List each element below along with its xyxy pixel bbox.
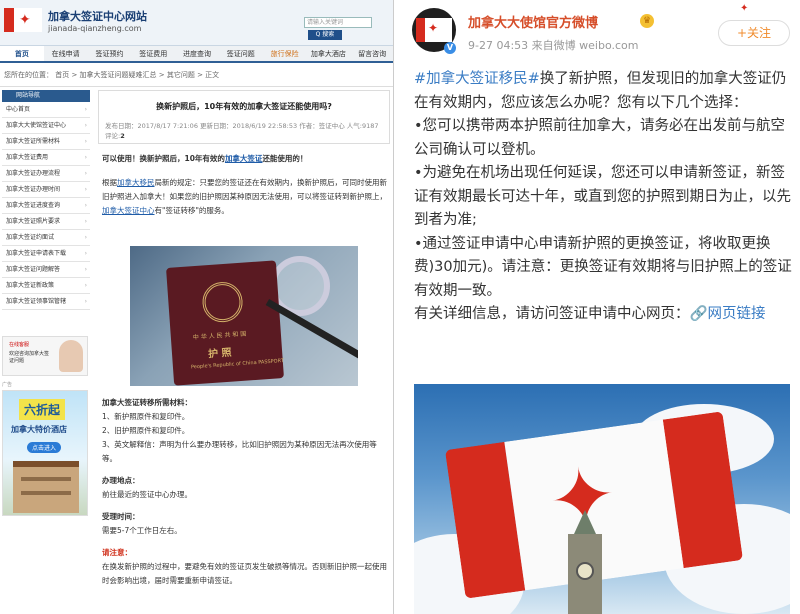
article-title: 换新护照后，10年有效的加拿大签证还能使用吗?	[156, 102, 332, 111]
account-name[interactable]: 加拿大大使馆官方微博	[468, 12, 598, 31]
maple-leaf-icon: ✦	[19, 12, 31, 28]
online-service-banner[interactable]: 在线客服 欢迎咨询加拿大签证问题	[2, 336, 88, 376]
clock-icon	[576, 562, 594, 580]
search-input[interactable]: 请输入关键词	[304, 17, 372, 28]
vip-crown-icon: ♛	[640, 14, 654, 28]
article: 换新护照后，10年有效的加拿大签证还能使用吗? 发布日期：2017/8/17 7…	[98, 90, 390, 585]
nav-item-insurance[interactable]: 旅行保险	[263, 46, 307, 61]
sidebar-item[interactable]: 加拿大签证办理流程	[2, 166, 90, 182]
location-text: 前往最近的签证中心办理。	[102, 490, 192, 499]
materials-item: 2、旧护照原件和复印件。	[102, 426, 190, 435]
sidebar-item[interactable]: 加拿大签证费用	[2, 150, 90, 166]
sidebar-item[interactable]: 加拿大签证申请表下载	[2, 246, 90, 262]
sidebar-item[interactable]: 中心首页	[2, 102, 90, 118]
passport-word: 护 照	[207, 347, 232, 361]
nav-item-home[interactable]: 首页	[0, 46, 44, 61]
sidebar-item[interactable]: 加拿大签证所需材料	[2, 134, 90, 150]
immigration-link[interactable]: 加拿大移民	[117, 178, 155, 187]
sidebar-item[interactable]: 加拿大签证新政策	[2, 278, 90, 294]
visa-link[interactable]: 加拿大签证	[225, 154, 263, 163]
ad-title: 加拿大特价酒店	[11, 425, 67, 434]
emblem-icon	[201, 280, 244, 324]
visa-center-link[interactable]: 加拿大签证中心	[102, 206, 155, 215]
post-time: 9-27 04:53 来自微博 weibo.com	[468, 39, 639, 52]
nav-item-hotels[interactable]: 加拿大酒店	[306, 46, 350, 61]
time-text: 需要5-7个工作日左右。	[102, 526, 182, 535]
maple-leaf-icon: ✦	[428, 21, 439, 35]
nav-item-apply[interactable]: 在线申请	[44, 46, 88, 61]
sidebar: 网站导航 中心首页 加拿大大使馆签证中心 加拿大签证所需材料 加拿大签证费用 加…	[2, 90, 90, 310]
comment-label: 评论:	[105, 132, 121, 140]
publish-date: 发布日期：2017/8/17 7:21:06	[105, 122, 198, 130]
sidebar-item[interactable]: 加拿大大使馆签证中心	[2, 118, 90, 134]
location-title: 办理地点：	[102, 476, 140, 485]
site-title[interactable]: 加拿大签证中心网站	[48, 8, 147, 24]
passport-english: People's Republic of China PASSPORT	[190, 357, 285, 371]
agent-photo	[59, 340, 83, 372]
update-date: 更新日期：2018/6/19 22:58:53	[200, 122, 298, 130]
article-meta: 发布日期：2017/8/17 7:21:06 更新日期：2018/6/19 22…	[105, 121, 383, 141]
post-closing: 有关详细信息，请访问签证申请中心网页：🔗网页链接	[414, 306, 766, 322]
post-bullet: •通过签证申请中心申请新护照的更换签证，将收取更换费)30加元)。请注意：更换签…	[414, 235, 792, 299]
sidebar-heading: 网站导航	[2, 90, 90, 102]
main-nav: 首页 在线申请 签证预约 签证费用 进度查询 签证问题 旅行保险 加拿大酒店 留…	[0, 46, 393, 63]
materials-item: 1、新护照原件和复印件。	[102, 412, 190, 421]
materials-item: 3、英文解释信：声明为什么要办理转移，比如旧护照因为某种原因无法再次使用等等。	[102, 440, 377, 463]
note-text: 在换发新护照的过程中，要避免有效的签证页发生破损等情况。否则新旧护照一起使用时会…	[102, 562, 387, 585]
left-website-screenshot: ✦ 加拿大签证中心网站 jianada-qianzheng.com 请输入关键词…	[0, 0, 394, 614]
article-lead: 可以使用！换新护照后，10年有效的加拿大签证还能使用的！	[102, 154, 308, 163]
canada-flag-logo: ✦	[4, 8, 42, 32]
hotel-building-image	[13, 461, 79, 513]
post-bullet: •您可以携带两本护照前往加拿大，请务必在出发前与航空公司确认可以登机。	[414, 118, 786, 158]
sidebar-item[interactable]: 加拿大签证约面试	[2, 230, 90, 246]
passport-photo: 中 华 人 民 共 和 国 护 照 People's Republic of C…	[130, 246, 358, 386]
materials-title: 加拿大签证转移所需材料：	[102, 398, 192, 407]
post-text: #加拿大签证移民#换了新护照，但发现旧的加拿大签证仍在有效期内，您应该怎么办呢？…	[414, 68, 792, 327]
canada-flag-photo[interactable]: ✦	[414, 384, 790, 614]
hashtag-link[interactable]: #加拿大签证移民#	[414, 71, 540, 87]
divider	[0, 86, 393, 87]
nav-item-questions[interactable]: 签证问题	[219, 46, 263, 61]
ad-discount: 六折起	[19, 399, 66, 420]
post-intro: #加拿大签证移民#换了新护照，但发现旧的加拿大签证仍在有效期内，您应该怎么办呢？…	[414, 71, 787, 111]
nav-item-fees[interactable]: 签证费用	[131, 46, 175, 61]
nav-item-consult[interactable]: 留言咨询	[350, 46, 393, 61]
sidebar-item[interactable]: 加拿大签证问题解答	[2, 262, 90, 278]
right-weibo-screenshot: ✦ V 加拿大大使馆官方微博 ♛ 9-27 04:53 来自微博 weibo.c…	[400, 0, 800, 614]
promo-title: 在线客服	[9, 342, 30, 348]
view-count: 人气:9187	[346, 122, 379, 130]
sidebar-item[interactable]: 加拿大签证进度查询	[2, 198, 90, 214]
passport-country: 中 华 人 民 共 和 国	[192, 330, 247, 342]
follow-button[interactable]: +关注	[718, 20, 790, 46]
promo-text: 欢迎咨询加拿大签证问题	[9, 351, 50, 364]
nav-item-progress[interactable]: 进度查询	[175, 46, 219, 61]
article-body: 可以使用！换新护照后，10年有效的加拿大签证还能使用的！ 根据加拿大移民局新的规…	[102, 152, 390, 218]
sidebar-item[interactable]: 加拿大签证领事馆管辖	[2, 294, 90, 310]
passport-image: 中 华 人 民 共 和 国 护 照 People's Republic of C…	[166, 260, 285, 386]
post-bullet: •为避免在机场出现任何延误，您还可以申请新签证，新签证有效期最长可达十年，或直到…	[414, 165, 791, 228]
search-button[interactable]: Q 搜索	[308, 30, 342, 40]
web-link[interactable]: 🔗网页链接	[690, 306, 766, 322]
sidebar-item[interactable]: 加拿大签证办理时间	[2, 182, 90, 198]
author: 作者：签证中心	[299, 122, 345, 130]
comment-count[interactable]: 2	[120, 132, 125, 140]
note-title: 请注意：	[102, 548, 132, 557]
article-paragraph: 根据加拿大移民局新的规定：只要您的签证还在有效期内，换新护照后，可同时使用新旧护…	[102, 178, 387, 215]
breadcrumb: 您所在的位置： 首页 > 加拿大签证问题疑难汇总 > 其它问题 > 正文	[4, 71, 220, 79]
time-title: 受理时间：	[102, 512, 140, 521]
site-url: jianada-qianzheng.com	[48, 24, 142, 33]
sidebar-item[interactable]: 加拿大签证照片要求	[2, 214, 90, 230]
site-header: ✦ 加拿大签证中心网站 jianada-qianzheng.com 请输入关键词…	[0, 0, 393, 46]
verified-badge-icon: V	[444, 42, 456, 54]
nav-item-appointment[interactable]: 签证预约	[88, 46, 132, 61]
hotel-ad-banner[interactable]: 六折起 加拿大特价酒店 点击进入	[2, 390, 88, 516]
peace-tower	[568, 510, 602, 614]
materials-section: 加拿大签证转移所需材料： 1、新护照原件和复印件。 2、旧护照原件和复印件。 3…	[102, 396, 390, 588]
maple-decoration-icon: ✦	[740, 3, 749, 14]
ad-caption: 广告	[2, 382, 13, 388]
ad-enter-button[interactable]: 点击进入	[27, 442, 62, 453]
article-header: 换新护照后，10年有效的加拿大签证还能使用吗? 发布日期：2017/8/17 7…	[98, 90, 390, 144]
